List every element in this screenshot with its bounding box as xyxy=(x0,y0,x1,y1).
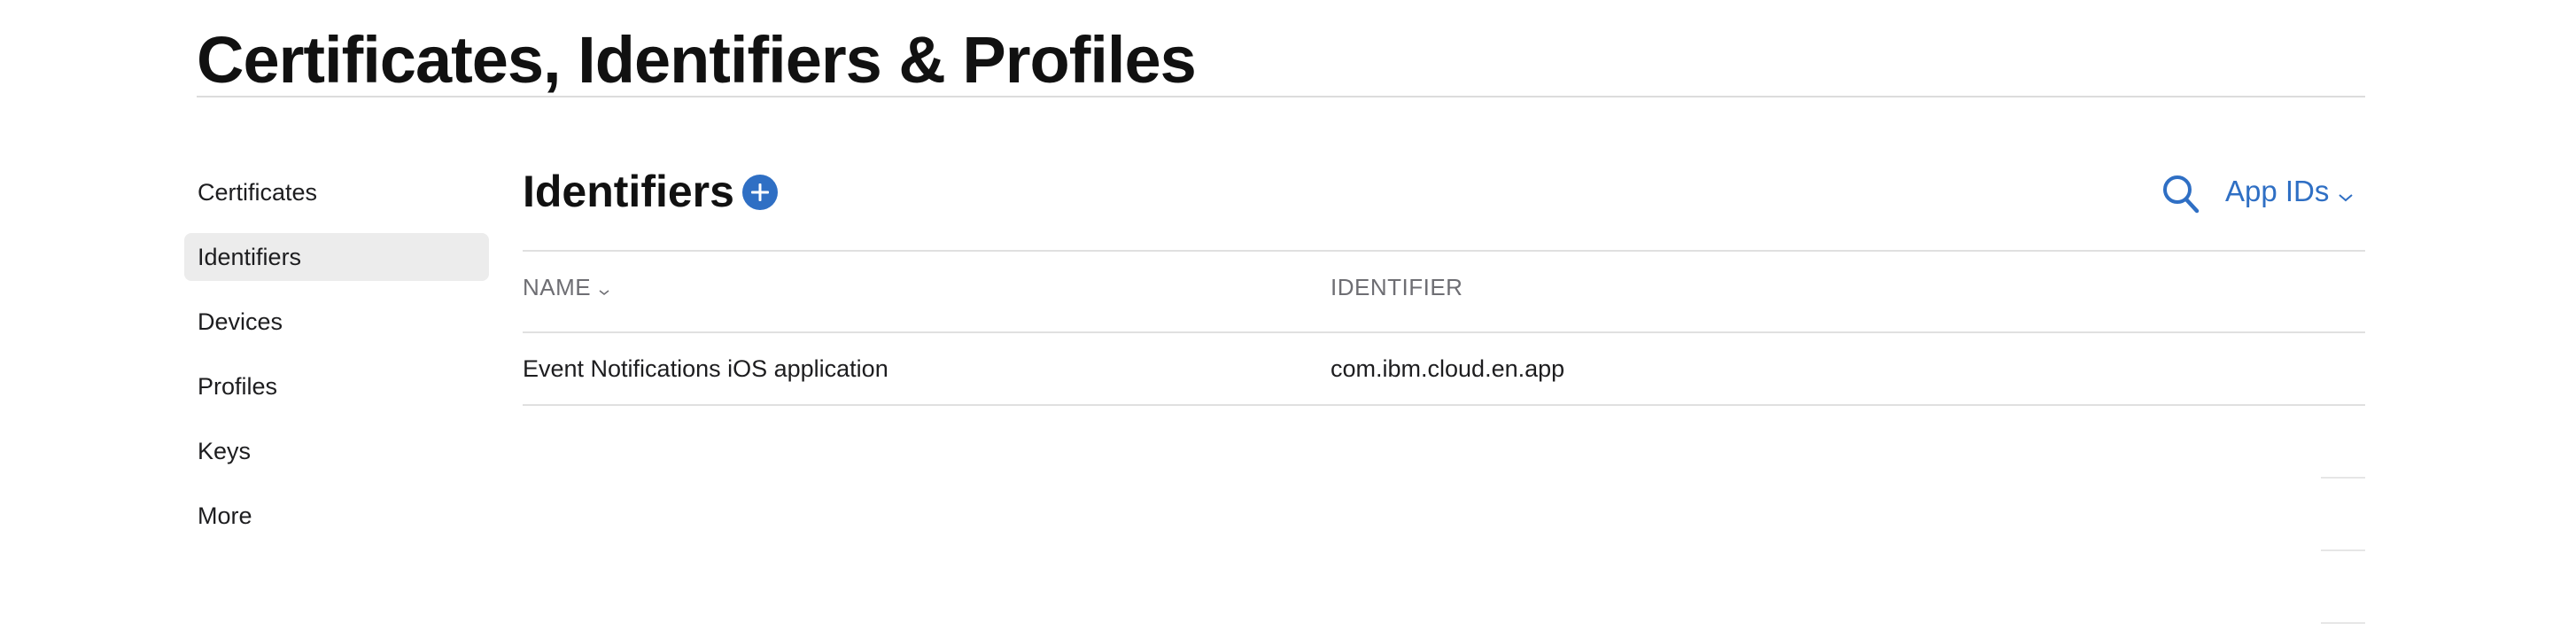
divider xyxy=(2321,622,2365,624)
search-button[interactable] xyxy=(2161,174,2200,219)
plus-circle-icon xyxy=(751,183,769,201)
sidebar-item-identifiers[interactable]: Identifiers xyxy=(184,233,489,281)
chevron-down-icon xyxy=(2338,170,2354,216)
sidebar-item-keys[interactable]: Keys xyxy=(184,427,489,475)
identifier-type-selected: App IDs xyxy=(2225,175,2330,207)
sort-chevron-icon xyxy=(598,273,610,305)
sidebar-item-certificates[interactable]: Certificates xyxy=(184,168,489,216)
sidebar-item-profiles[interactable]: Profiles xyxy=(184,362,489,410)
row-name-cell[interactable]: Event Notifications iOS application xyxy=(523,353,888,385)
title-divider xyxy=(197,96,2365,97)
add-identifier-button[interactable] xyxy=(742,175,778,210)
row-identifier-cell: com.ibm.cloud.en.app xyxy=(1331,355,1565,382)
column-header-identifier: IDENTIFIER xyxy=(1331,274,1463,300)
header-divider xyxy=(523,250,2365,252)
row-divider xyxy=(523,404,2365,406)
identifier-type-select[interactable]: App IDs xyxy=(2225,168,2354,214)
search-icon xyxy=(2163,175,2200,214)
sidebar-item-devices[interactable]: Devices xyxy=(184,298,489,346)
section-title: Identifiers xyxy=(523,167,734,216)
column-header-name-label: NAME xyxy=(523,274,592,300)
sidebar-item-more[interactable]: More xyxy=(184,492,489,540)
divider xyxy=(2321,477,2365,479)
page-title: Certificates, Identifiers & Profiles xyxy=(197,23,1197,97)
column-header-name[interactable]: NAME xyxy=(523,271,610,305)
divider xyxy=(2321,549,2365,551)
